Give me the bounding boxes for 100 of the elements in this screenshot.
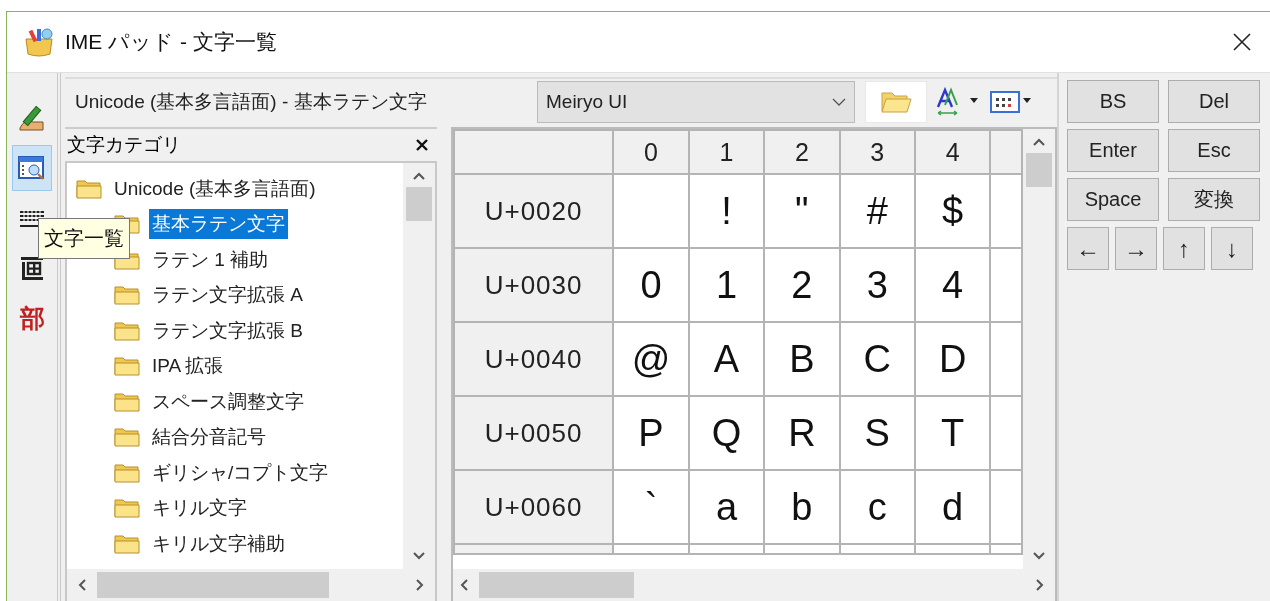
column-header: 3 xyxy=(839,130,915,174)
character-cell[interactable]: A xyxy=(688,322,765,396)
folder-icon xyxy=(113,319,141,342)
chevron-icon xyxy=(832,98,846,106)
row-header: U+0050 xyxy=(454,396,614,470)
character-cell[interactable]: S xyxy=(839,396,915,470)
tree-item[interactable]: スペース調整文字 xyxy=(149,386,307,417)
row-header: U+0020 xyxy=(454,174,614,248)
character-cell[interactable]: $ xyxy=(914,174,991,248)
character-cell[interactable]: ` xyxy=(613,470,689,544)
character-cell[interactable]: 2 xyxy=(764,248,840,322)
scroll-down-icon[interactable] xyxy=(1032,551,1046,561)
character-cell[interactable]: # xyxy=(839,174,915,248)
scrollbar-thumb[interactable] xyxy=(406,187,432,221)
folder-icon xyxy=(113,461,141,484)
character-cell[interactable]: C xyxy=(839,322,915,396)
tree-item[interactable]: Unicode (基本多言語面) xyxy=(111,173,319,204)
character-cell[interactable]: D xyxy=(914,322,991,396)
character-cell[interactable] xyxy=(839,544,915,554)
folder-icon xyxy=(879,89,913,115)
character-cell[interactable]: 4 xyxy=(914,248,991,322)
key-button[interactable]: Space xyxy=(1067,178,1159,221)
character-cell[interactable]: b xyxy=(764,470,840,544)
scroll-right-icon[interactable] xyxy=(415,578,425,592)
tree-item[interactable]: 基本ラテン文字 xyxy=(149,209,288,240)
folder-button[interactable] xyxy=(865,81,927,123)
character-cell[interactable]: P xyxy=(613,396,689,470)
key-button[interactable]: Del xyxy=(1168,80,1260,123)
character-cell[interactable]: T xyxy=(914,396,991,470)
folder-icon xyxy=(113,497,141,520)
tooltip: 文字一覧 xyxy=(38,218,130,259)
horizontal-scrollbar[interactable] xyxy=(453,569,1055,601)
stroke-count-icon xyxy=(18,254,46,282)
character-table-icon xyxy=(17,154,47,182)
scroll-right-icon[interactable] xyxy=(1035,578,1045,592)
close-icon[interactable] xyxy=(1232,32,1252,52)
vertical-scrollbar[interactable] xyxy=(1023,129,1055,569)
character-cell[interactable]: R xyxy=(764,396,840,470)
column-header: 2 xyxy=(764,130,840,174)
key-button[interactable]: 変換 xyxy=(1168,178,1260,221)
character-cell[interactable] xyxy=(764,544,840,554)
pencil-hand-icon xyxy=(17,104,47,132)
character-cell[interactable]: B xyxy=(764,322,840,396)
character-cell[interactable]: d xyxy=(914,470,991,544)
folder-icon xyxy=(113,355,141,378)
key-button[interactable]: Enter xyxy=(1067,129,1159,172)
font-dropdown[interactable]: Meiryo UI xyxy=(537,81,855,123)
column-header xyxy=(990,130,1022,174)
character-cell[interactable]: Q xyxy=(688,396,765,470)
tree-item[interactable]: ラテン文字拡張 A xyxy=(149,280,306,311)
key-button[interactable]: ↓ xyxy=(1211,227,1253,270)
key-button[interactable]: Esc xyxy=(1168,129,1260,172)
tool-button[interactable]: 部 xyxy=(12,295,52,341)
character-cell[interactable]: 1 xyxy=(688,248,765,322)
scroll-up-icon[interactable] xyxy=(412,171,426,181)
character-cell[interactable]: a xyxy=(688,470,765,544)
folder-icon xyxy=(113,426,141,449)
character-cell[interactable] xyxy=(613,544,689,554)
key-button[interactable]: → xyxy=(1115,227,1157,270)
font-size-icon[interactable] xyxy=(935,87,981,117)
folder-icon xyxy=(113,532,141,555)
scroll-down-icon[interactable] xyxy=(412,551,426,561)
tree-item[interactable]: ラテン 1 補助 xyxy=(149,244,272,275)
horizontal-scrollbar[interactable] xyxy=(67,569,435,601)
tree-item[interactable]: ラテン文字拡張 B xyxy=(149,315,306,346)
character-cell[interactable] xyxy=(914,544,991,554)
character-cell[interactable]: @ xyxy=(613,322,689,396)
column-header: 0 xyxy=(613,130,689,174)
folder-icon xyxy=(75,177,103,200)
tree-item[interactable]: ギリシャ/コプト文字 xyxy=(149,457,332,488)
tree-item[interactable]: 結合分音記号 xyxy=(149,422,269,453)
tree-item[interactable]: キリル文字 xyxy=(149,493,250,524)
vertical-scrollbar[interactable] xyxy=(403,163,435,569)
key-button[interactable]: BS xyxy=(1067,80,1159,123)
scroll-left-icon[interactable] xyxy=(77,578,87,592)
close-icon[interactable] xyxy=(415,138,429,152)
row-header: U+0060 xyxy=(454,470,614,544)
character-cell[interactable]: " xyxy=(764,174,840,248)
character-cell[interactable]: c xyxy=(839,470,915,544)
column-header: 4 xyxy=(914,130,991,174)
window-title: IME パッド - 文字一覧 xyxy=(65,29,278,55)
scroll-left-icon[interactable] xyxy=(459,578,469,592)
character-cell[interactable]: ! xyxy=(688,174,765,248)
scroll-up-icon[interactable] xyxy=(1032,137,1046,147)
scrollbar-thumb[interactable] xyxy=(479,572,634,598)
column-header: 1 xyxy=(688,130,765,174)
tree-item[interactable]: IPA 拡張 xyxy=(149,351,227,382)
pad-icon xyxy=(22,27,56,57)
character-cell[interactable] xyxy=(688,544,765,554)
character-cell[interactable] xyxy=(613,174,689,248)
character-cell[interactable]: 3 xyxy=(839,248,915,322)
key-button[interactable]: ← xyxy=(1067,227,1109,270)
tree-item[interactable]: キリル文字補助 xyxy=(149,528,288,559)
character-cell[interactable]: 0 xyxy=(613,248,689,322)
tool-button[interactable] xyxy=(12,145,52,191)
scrollbar-thumb[interactable] xyxy=(1026,153,1052,187)
folder-icon xyxy=(113,284,141,307)
scrollbar-thumb[interactable] xyxy=(97,572,329,598)
key-button[interactable]: ↑ xyxy=(1163,227,1205,270)
block-label: Unicode (基本多言語面) - 基本ラテン文字 xyxy=(74,90,428,114)
